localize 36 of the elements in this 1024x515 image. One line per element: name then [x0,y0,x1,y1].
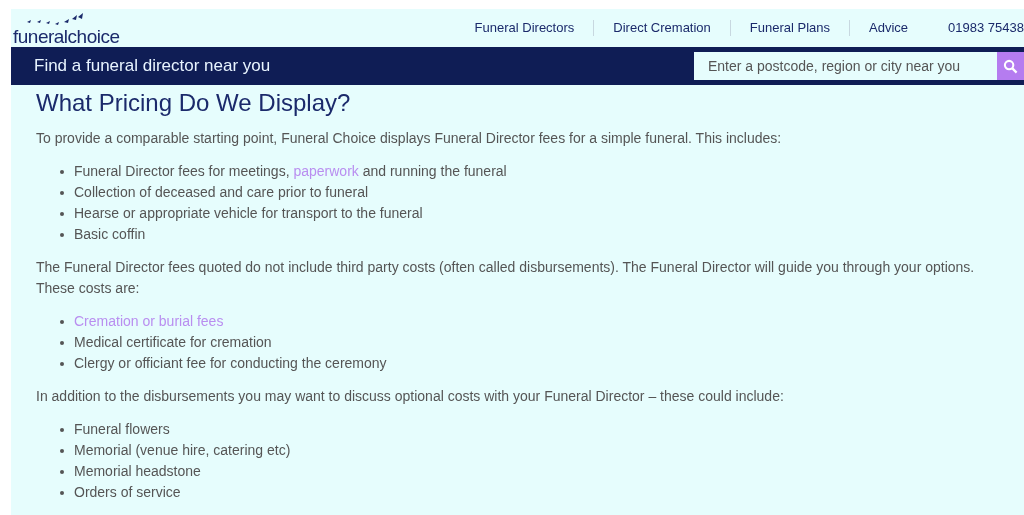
paragraph: In addition to the disbursements you may want to discuss optional costs with your Funeral Director – these could include: [36,387,785,406]
bullet-icon [60,469,64,474]
search-button[interactable] [997,52,1024,80]
search-icon [1003,58,1018,74]
nav-link[interactable]: Funeral Directors [474,18,575,38]
bullet-icon [60,319,64,324]
bullet-icon [60,448,64,453]
nav-link[interactable]: Funeral Plans [749,18,831,38]
bullet-icon [60,361,64,366]
bullet-icon [60,211,64,216]
page-heading: What Pricing Do We Display? [36,88,352,118]
nav-link[interactable]: Direct Cremation [613,18,711,38]
list-item-text: Medical certificate for cremation [74,333,272,352]
paragraph: To provide a comparable starting point, Funeral Choice displays Funeral Director fees for a simple funeral. This includes: [36,129,783,148]
list-item-text: Clergy or officiant fee for conducting the ceremony [74,354,387,373]
bullet-icon [60,490,64,495]
logo[interactable]: funeralchoice [13,27,120,47]
nav-link[interactable]: Advice [869,18,909,38]
bullet-icon [60,169,64,174]
list-item-text: Hearse or appropriate vehicle for transport to the funeral [74,204,423,223]
list-item-text: Funeral Director fees for meetings, paperwork and running the funeral [74,162,507,181]
list-item-text: Collection of deceased and care prior to funeral [74,183,369,202]
birds-icon [25,13,85,27]
bullet-icon [60,190,64,195]
search-field[interactable]: Enter a postcode, region or city near you [694,52,997,80]
bullet-icon [60,427,64,432]
search-bar-title: Find a funeral director near you [34,55,271,78]
list-item-text: Orders of service [74,483,181,502]
bullet-icon [60,340,64,345]
list-item-text: Basic coffin [74,225,146,244]
bullet-icon [60,232,64,237]
phone-number[interactable]: 01983 75438 [948,18,1024,38]
list-item-text: Memorial headstone [74,462,201,481]
paragraph: The Funeral Director fees quoted do not include third party costs (often called disbursements). The Funeral Director will guide you through your options. These costs are: [36,258,976,298]
list-item-text: Funeral flowers [74,420,170,439]
list-item-text: Memorial (venue hire, catering etc) [74,441,291,460]
